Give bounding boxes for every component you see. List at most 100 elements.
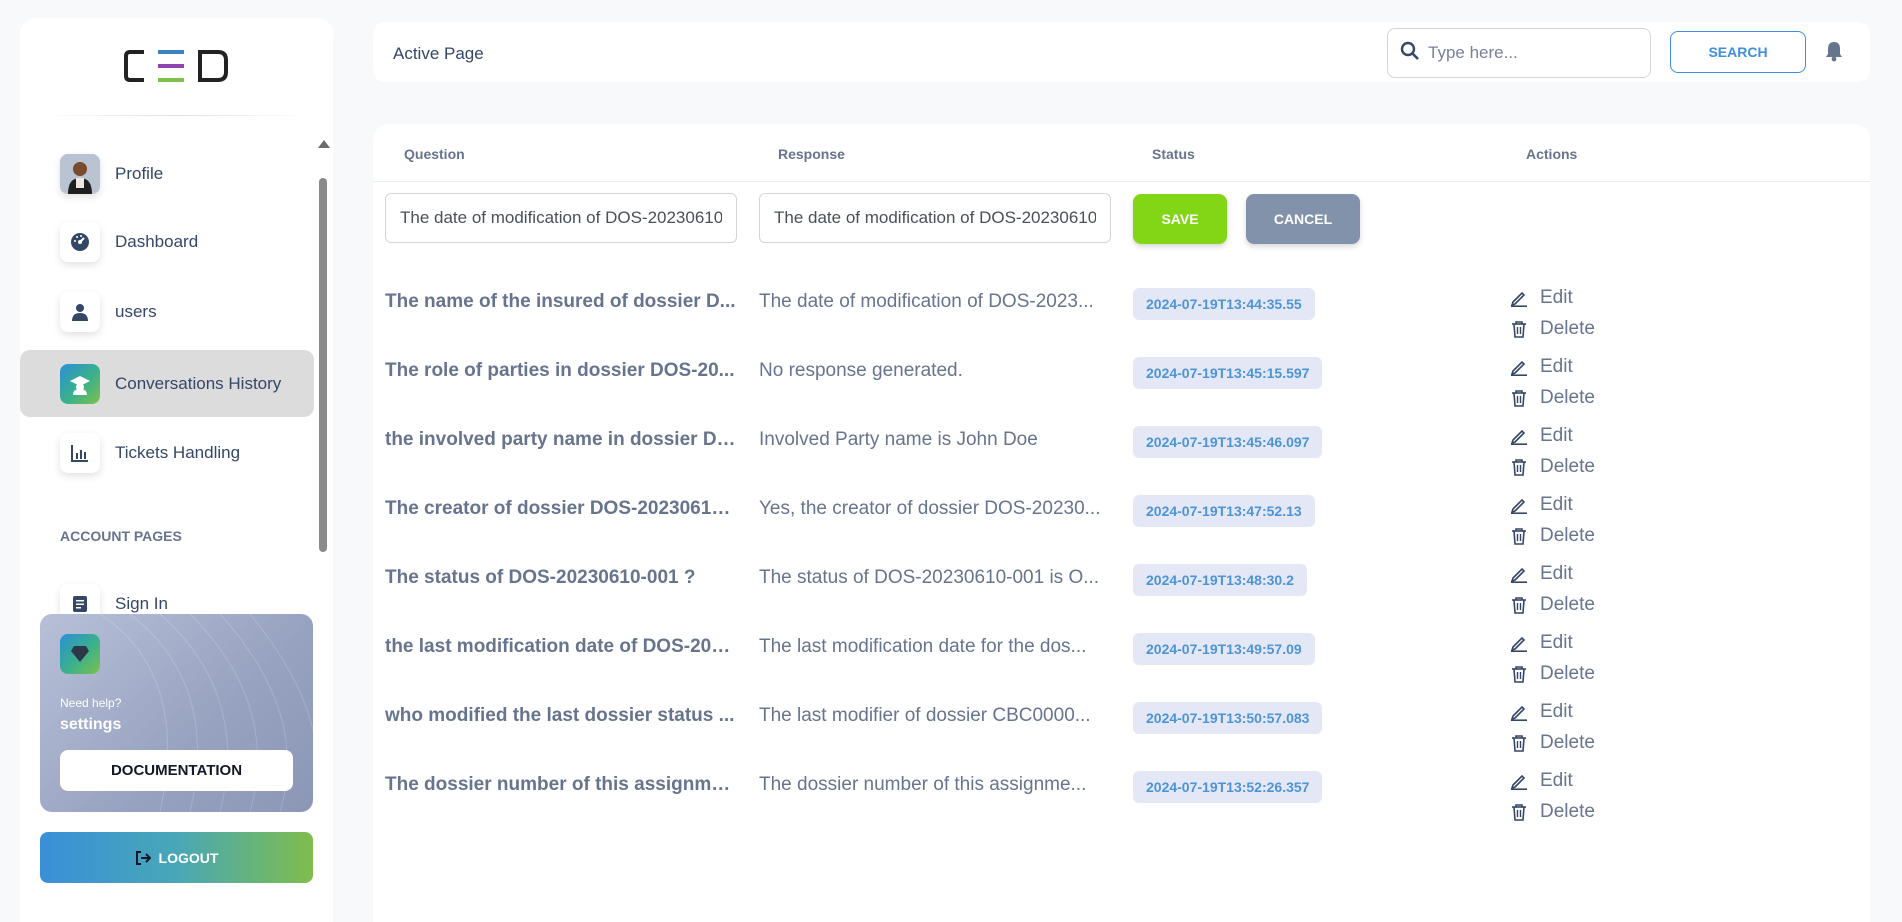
question-cell: The status of DOS-20230610-001 ? xyxy=(385,567,696,588)
logout-button[interactable]: LOGOUT xyxy=(40,832,313,883)
conversations-table-card: Question Response Status Actions SAVE CA… xyxy=(373,124,1870,922)
question-cell: who modified the last dossier status ... xyxy=(385,705,735,726)
delete-action[interactable]: Delete xyxy=(1510,387,1595,409)
sidebar-item-dashboard[interactable]: Dashboard xyxy=(20,208,314,275)
pencil-icon xyxy=(1510,774,1527,790)
section-title-account-pages: ACCOUNT PAGES xyxy=(60,528,182,544)
header-divider xyxy=(373,181,1870,182)
delete-action[interactable]: Delete xyxy=(1510,456,1595,478)
pencil-icon xyxy=(1510,360,1527,376)
sidebar-item-label: Profile xyxy=(115,163,164,183)
top-navbar: Active Page SEARCH xyxy=(373,22,1870,82)
response-cell: The last modifier of dossier CBC0000... xyxy=(759,705,1091,726)
delete-label: Delete xyxy=(1540,732,1595,753)
save-button[interactable]: SAVE xyxy=(1133,194,1227,244)
scroll-thumb[interactable] xyxy=(319,178,327,552)
sidebar-item-profile[interactable]: Profile xyxy=(20,140,314,207)
gauge-icon xyxy=(60,221,100,262)
edit-response-input[interactable] xyxy=(759,193,1111,243)
edit-label: Edit xyxy=(1540,632,1573,653)
graduation-cap-icon xyxy=(60,363,100,404)
status-badge: 2024-07-19T13:45:15.597 xyxy=(1133,357,1323,389)
bell-icon[interactable] xyxy=(1824,40,1846,62)
sidebar-scrollbar[interactable] xyxy=(317,136,330,618)
trash-icon xyxy=(1512,804,1526,821)
column-header-question: Question xyxy=(404,146,465,162)
edit-action[interactable]: Edit xyxy=(1510,563,1573,585)
breadcrumb: Active Page xyxy=(393,44,484,63)
edit-action[interactable]: Edit xyxy=(1510,356,1573,378)
response-cell: The last modification date for the dos..… xyxy=(759,636,1087,657)
pencil-icon xyxy=(1510,429,1527,445)
edit-label: Edit xyxy=(1540,356,1573,377)
cancel-button[interactable]: CANCEL xyxy=(1246,194,1360,244)
status-badge: 2024-07-19T13:44:35.55 xyxy=(1133,288,1315,320)
edit-action[interactable]: Edit xyxy=(1510,494,1573,516)
delete-action[interactable]: Delete xyxy=(1510,525,1595,547)
question-cell: The creator of dossier DOS-20230610... xyxy=(385,498,737,519)
help-card: Need help? settings DOCUMENTATION xyxy=(40,614,313,812)
status-badge: 2024-07-19T13:50:57.083 xyxy=(1133,702,1323,734)
pencil-icon xyxy=(1510,705,1527,721)
pencil-icon xyxy=(1510,291,1527,307)
help-settings-title: settings xyxy=(60,716,122,733)
bar-chart-icon xyxy=(60,432,100,473)
edit-label: Edit xyxy=(1540,425,1573,446)
sidebar-item-tickets-handling[interactable]: Tickets Handling xyxy=(20,419,314,486)
sidebar-item-users[interactable]: users xyxy=(20,278,314,345)
edit-action[interactable]: Edit xyxy=(1510,287,1573,309)
status-badge: 2024-07-19T13:49:57.09 xyxy=(1133,633,1315,665)
search-field[interactable] xyxy=(1387,28,1651,78)
question-cell: The name of the insured of dossier D... xyxy=(385,291,736,312)
scroll-up-arrow-icon[interactable] xyxy=(318,140,330,148)
edit-action[interactable]: Edit xyxy=(1510,701,1573,723)
column-header-response: Response xyxy=(778,146,845,162)
delete-label: Delete xyxy=(1540,318,1595,339)
delete-action[interactable]: Delete xyxy=(1510,663,1595,685)
search-icon xyxy=(1400,41,1420,66)
table-row: The dossier number of this assignme... T… xyxy=(373,770,1870,858)
delete-action[interactable]: Delete xyxy=(1510,732,1595,754)
trash-icon xyxy=(1512,735,1526,752)
sidebar-item-sign-in[interactable]: Sign In xyxy=(20,570,314,618)
edit-label: Edit xyxy=(1540,770,1573,791)
trash-icon xyxy=(1512,459,1526,476)
delete-label: Delete xyxy=(1540,456,1595,477)
sidebar-item-label: users xyxy=(115,301,157,321)
question-cell: the involved party name in dossier DO... xyxy=(385,429,737,450)
search-button[interactable]: SEARCH xyxy=(1670,31,1806,73)
response-cell: Yes, the creator of dossier DOS-20230... xyxy=(759,498,1101,519)
column-header-actions: Actions xyxy=(1526,146,1578,162)
logo-divider xyxy=(40,115,313,116)
trash-icon xyxy=(1512,666,1526,683)
status-badge: 2024-07-19T13:48:30.2 xyxy=(1133,564,1307,596)
delete-action[interactable]: Delete xyxy=(1510,318,1595,340)
pencil-icon xyxy=(1510,498,1527,514)
edit-action[interactable]: Edit xyxy=(1510,632,1573,654)
trash-icon xyxy=(1512,321,1526,338)
edit-action[interactable]: Edit xyxy=(1510,770,1573,792)
delete-action[interactable]: Delete xyxy=(1510,594,1595,616)
help-caption: Need help? xyxy=(60,696,122,710)
edit-label: Edit xyxy=(1540,287,1573,308)
delete-label: Delete xyxy=(1540,594,1595,615)
brand-logo[interactable] xyxy=(122,48,232,84)
documentation-button[interactable]: DOCUMENTATION xyxy=(60,750,293,791)
edit-action[interactable]: Edit xyxy=(1510,425,1573,447)
response-cell: The dossier number of this assignme... xyxy=(759,774,1087,795)
sidebar-item-conversations-history[interactable]: Conversations History xyxy=(20,350,314,417)
response-cell: The status of DOS-20230610-001 is O... xyxy=(759,567,1100,588)
status-badge: 2024-07-19T13:47:52.13 xyxy=(1133,495,1315,527)
trash-icon xyxy=(1512,390,1526,407)
delete-label: Delete xyxy=(1540,525,1595,546)
delete-action[interactable]: Delete xyxy=(1510,801,1595,823)
delete-label: Delete xyxy=(1540,663,1595,684)
edit-label: Edit xyxy=(1540,701,1573,722)
sidebar-item-label: Tickets Handling xyxy=(115,442,241,462)
response-cell: No response generated. xyxy=(759,360,963,381)
sidebar-item-label: Sign In xyxy=(115,593,168,613)
sidebar-item-label: Conversations History xyxy=(115,373,282,393)
edit-question-input[interactable] xyxy=(385,193,737,243)
trash-icon xyxy=(1512,597,1526,614)
search-input[interactable] xyxy=(1428,43,1628,63)
